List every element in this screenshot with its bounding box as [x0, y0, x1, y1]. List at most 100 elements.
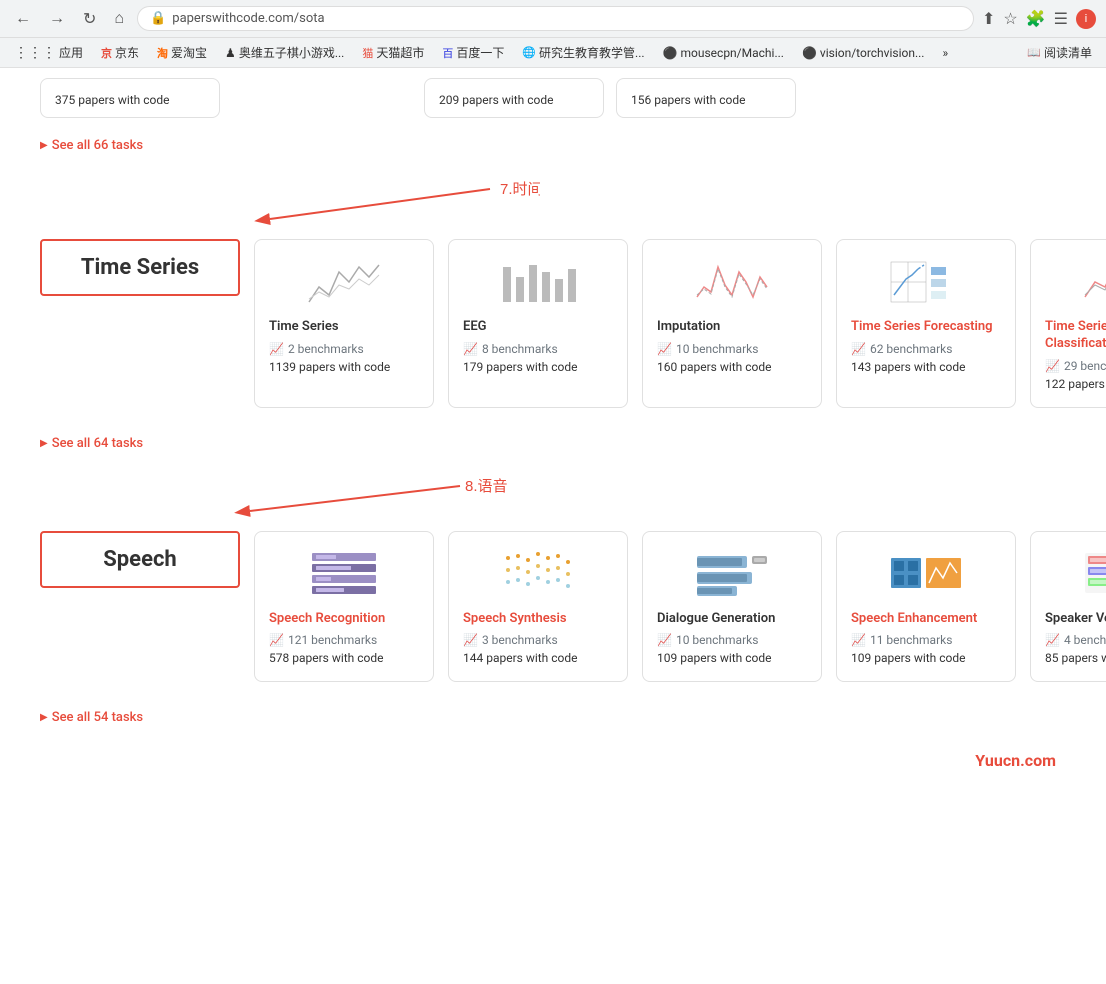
speech-header: Speech: [40, 531, 240, 588]
card-speaker-verification-papers: 85 papers with code: [1045, 650, 1106, 667]
bookmark-reading-list[interactable]: 📖 阅读清单: [1023, 42, 1096, 63]
card-imputation-name: Imputation: [657, 319, 807, 336]
card-ts-classification-papers: 122 papers with code: [1045, 376, 1106, 393]
top-card-1-papers: 375 papers with code: [55, 93, 205, 107]
bookmark-icon[interactable]: ☆: [1003, 9, 1017, 29]
top-partial-cards-row: 375 papers with code 209 papers with cod…: [40, 68, 1066, 128]
bookmark-game-label: 奥维五子棋小游戏...: [239, 44, 345, 61]
card-time-series-thumb: [269, 254, 419, 309]
card-ts-forecasting-thumb: [851, 254, 1001, 309]
share-icon[interactable]: ⬆: [982, 9, 995, 29]
nav-home-button[interactable]: ⌂: [109, 8, 129, 30]
card-ts-classification-benchmarks: 📈 29 benchmarks: [1045, 359, 1106, 373]
time-series-arrow-svg: 7.时间序列: [40, 169, 540, 239]
card-speech-enhancement-papers: 109 papers with code: [851, 650, 1001, 667]
chart-icon-dg: 📈: [657, 633, 672, 647]
card-time-series-benchmarks: 📈 2 benchmarks: [269, 342, 419, 356]
nav-forward-button[interactable]: →: [44, 8, 70, 30]
top-partial-card-2[interactable]: 209 papers with code: [424, 78, 604, 118]
bookmarks-bar: ⋮⋮⋮ 应用 京 京东 淘 爱淘宝 ♟ 奥维五子棋小游戏... 猫 天猫超市 百…: [0, 38, 1106, 68]
card-speech-synthesis-thumb: [463, 546, 613, 601]
card-ts-forecasting-benchmarks: 📈 62 benchmarks: [851, 342, 1001, 356]
bookmark-more[interactable]: »: [938, 44, 952, 62]
card-eeg[interactable]: EEG 📈 8 benchmarks 179 papers with code: [448, 239, 628, 408]
card-speaker-verification-name: Speaker Verification: [1045, 611, 1106, 628]
card-dialogue-generation-name: Dialogue Generation: [657, 611, 807, 628]
card-imputation-benchmarks: 📈 10 benchmarks: [657, 342, 807, 356]
bookmark-reading-label: 阅读清单: [1044, 44, 1092, 61]
card-eeg-name: EEG: [463, 319, 613, 336]
top-card-3-papers: 156 papers with code: [631, 93, 781, 107]
top-partial-card-1[interactable]: 375 papers with code: [40, 78, 220, 118]
card-ts-forecasting-name: Time Series Forecasting: [851, 319, 1001, 336]
bookmark-apps[interactable]: ⋮⋮⋮ 应用: [10, 42, 87, 63]
card-speech-recognition[interactable]: Speech Recognition 📈 121 benchmarks 578 …: [254, 531, 434, 683]
card-speaker-verification-thumb: [1045, 546, 1106, 601]
bookmark-edu[interactable]: 🌐 研究生教育教学管...: [518, 42, 648, 63]
browser-chrome: ← → ↻ ⌂ 🔒 paperswithcode.com/sota ⬆ ☆ 🧩 …: [0, 0, 1106, 38]
browser-action-icons: ⬆ ☆ 🧩 ☰ i: [982, 9, 1096, 29]
bookmark-taobao[interactable]: 淘 爱淘宝: [153, 42, 211, 63]
speech-cards-grid: Speech Recognition 📈 121 benchmarks 578 …: [254, 531, 1106, 683]
top-card-2-papers: 209 papers with code: [439, 93, 589, 107]
bookmark-github1[interactable]: ⚫ mousecpn/Machi...: [659, 44, 788, 62]
see-all-66-link[interactable]: See all 66 tasks: [40, 138, 1066, 153]
card-dialogue-generation-thumb: [657, 546, 807, 601]
speech-arrow-svg: 8.语音: [40, 471, 540, 531]
card-time-series[interactable]: Time Series 📈 2 benchmarks 1139 papers w…: [254, 239, 434, 408]
bookmark-tmall[interactable]: 猫 天猫超市: [358, 42, 428, 63]
time-series-section: 7.时间序列 Time Series Time Seri: [40, 169, 1066, 451]
card-speaker-verification-benchmarks: 📈 4 benchmarks: [1045, 633, 1106, 647]
card-ts-classification[interactable]: Time Series Classification 📈 29 benchmar…: [1030, 239, 1106, 408]
bookmark-baidu-label: 百度一下: [456, 44, 504, 61]
chart-icon-eeg: 📈: [463, 342, 478, 356]
bookmark-taobao-label: 爱淘宝: [171, 44, 207, 61]
address-bar[interactable]: 🔒 paperswithcode.com/sota: [137, 6, 974, 31]
menu-icon[interactable]: ☰: [1054, 9, 1068, 29]
bookmark-jd[interactable]: 京 京东: [97, 42, 143, 63]
card-speech-enhancement[interactable]: Speech Enhancement 📈 11 benchmarks 109 p…: [836, 531, 1016, 683]
card-speaker-verification[interactable]: Speaker Verification 📈 4 benchmarks 85 p…: [1030, 531, 1106, 683]
see-all-54-label: See all 54 tasks: [52, 710, 143, 725]
top-partial-card-3[interactable]: 156 papers with code: [616, 78, 796, 118]
bookmark-game[interactable]: ♟ 奥维五子棋小游戏...: [221, 42, 348, 63]
chart-icon-imp: 📈: [657, 342, 672, 356]
card-eeg-thumb: [463, 254, 613, 309]
bookmark-jd-label: 京东: [115, 44, 139, 61]
nav-back-button[interactable]: ←: [10, 8, 36, 30]
card-speech-synthesis[interactable]: Speech Synthesis 📈 3 benchmarks 144 pape…: [448, 531, 628, 683]
nav-refresh-button[interactable]: ↻: [78, 7, 101, 31]
card-dialogue-generation-papers: 109 papers with code: [657, 650, 807, 667]
profile-icon[interactable]: i: [1076, 9, 1096, 29]
time-series-cards-grid: Time Series 📈 2 benchmarks 1139 papers w…: [254, 239, 1106, 408]
card-ts-forecasting[interactable]: Time Series Forecasting 📈 62 benchmarks …: [836, 239, 1016, 408]
card-speech-recognition-name: Speech Recognition: [269, 611, 419, 628]
card-speech-synthesis-benchmarks: 📈 3 benchmarks: [463, 633, 613, 647]
main-content: 375 papers with code 209 papers with cod…: [0, 68, 1106, 780]
chart-icon-tsf: 📈: [851, 342, 866, 356]
extension-icon[interactable]: 🧩: [1026, 9, 1046, 29]
card-speech-enhancement-benchmarks: 📈 11 benchmarks: [851, 633, 1001, 647]
card-speech-synthesis-papers: 144 papers with code: [463, 650, 613, 667]
card-dialogue-generation[interactable]: Dialogue Generation 📈 10 benchmarks 109 …: [642, 531, 822, 683]
watermark: Yuucn.com: [40, 741, 1066, 780]
chart-icon-se: 📈: [851, 633, 866, 647]
bookmark-github2[interactable]: ⚫ vision/torchvision...: [798, 44, 929, 62]
card-time-series-papers: 1139 papers with code: [269, 359, 419, 376]
card-dialogue-generation-benchmarks: 📈 10 benchmarks: [657, 633, 807, 647]
see-all-64-label: See all 64 tasks: [52, 436, 143, 451]
bookmark-baidu[interactable]: 百 百度一下: [438, 42, 508, 63]
speech-annotation-text: 8.语音: [465, 478, 508, 495]
card-imputation-thumb: [657, 254, 807, 309]
see-all-54-link[interactable]: See all 54 tasks: [40, 710, 1066, 725]
card-speech-enhancement-name: Speech Enhancement: [851, 611, 1001, 628]
see-all-66-label: See all 66 tasks: [52, 138, 143, 153]
bookmark-github1-label: mousecpn/Machi...: [681, 46, 784, 60]
card-eeg-papers: 179 papers with code: [463, 359, 613, 376]
chart-icon-sr: 📈: [269, 633, 284, 647]
card-imputation[interactable]: Imputation 📈 10 benchmarks 160 papers wi…: [642, 239, 822, 408]
card-speech-synthesis-name: Speech Synthesis: [463, 611, 613, 628]
speech-section: 8.语音 Speech: [40, 471, 1066, 726]
see-all-64-link[interactable]: See all 64 tasks: [40, 436, 1066, 451]
time-series-header: Time Series: [40, 239, 240, 296]
